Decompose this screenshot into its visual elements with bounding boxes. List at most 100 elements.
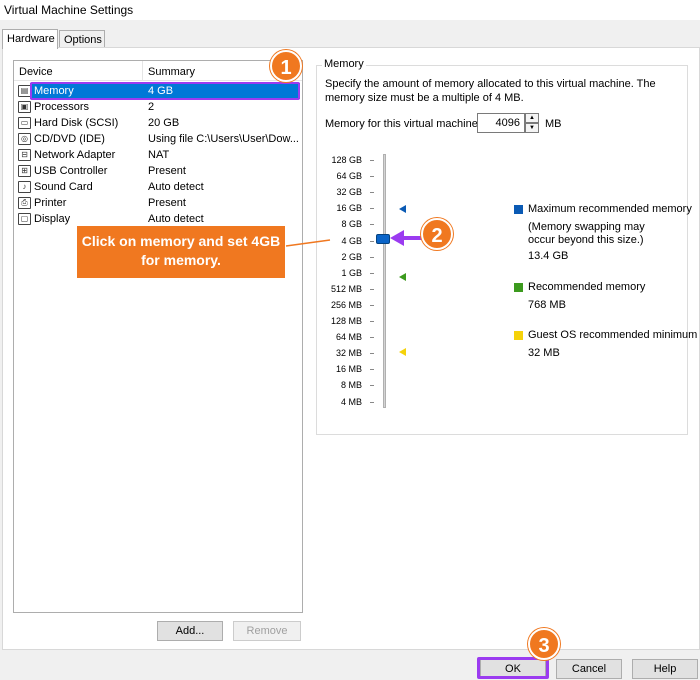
device-name: Network Adapter: [34, 149, 116, 161]
memory-size-input[interactable]: [477, 113, 525, 133]
device-row-sound-card[interactable]: ♪ Sound Card Auto detect: [14, 179, 302, 195]
step-badge-2: 2: [421, 218, 453, 250]
minimum-memory-title: Guest OS recommended minimum: [528, 329, 698, 341]
minimum-memory-legend-icon: [514, 331, 523, 340]
memory-scale-label: 32 GB: [336, 187, 362, 198]
max-memory-value: 13.4 GB: [528, 250, 569, 262]
memory-icon: ▤: [18, 85, 31, 97]
memory-scale-tick: [370, 160, 374, 161]
device-name: Printer: [34, 197, 67, 209]
device-name: Memory: [34, 85, 74, 97]
memory-scale-tick: [370, 208, 374, 210]
column-header-device[interactable]: Device: [19, 66, 53, 78]
memory-scale-label: 2 GB: [341, 251, 362, 262]
device-row-display[interactable]: ▢ Display Auto detect: [14, 211, 302, 227]
device-row-usb-controller[interactable]: ⊞ USB Controller Present: [14, 163, 302, 179]
device-summary: Present: [148, 197, 186, 209]
memory-unit: MB: [545, 118, 562, 130]
device-name: Sound Card: [34, 181, 93, 193]
memory-scale-label: 1 GB: [341, 267, 362, 278]
memory-scale-label: 4 MB: [340, 396, 362, 407]
device-summary: Auto detect: [148, 181, 204, 193]
device-summary: 20 GB: [148, 117, 180, 129]
memory-scale-label: 4 GB: [341, 235, 362, 246]
title-bar: Virtual Machine Settings: [0, 0, 700, 20]
memory-spin-down-icon[interactable]: ▼: [525, 123, 539, 133]
memory-scale-label: 8 GB: [341, 219, 362, 230]
device-row-hard-disk-scsi[interactable]: ▭ Hard Disk (SCSI) 20 GB: [14, 115, 302, 131]
device-name: CD/DVD (IDE): [34, 133, 105, 145]
memory-scale-label: 16 GB: [336, 203, 362, 214]
memory-scale-label: 64 MB: [335, 332, 362, 343]
memory-group-title: Memory: [322, 58, 366, 70]
tab-hardware[interactable]: Hardware: [2, 29, 58, 49]
device-row-memory[interactable]: ▤ Memory 4 GB: [18, 83, 300, 99]
processor-icon: ▣: [18, 101, 31, 113]
hard-disk-icon: ▭: [18, 117, 31, 129]
device-row-printer[interactable]: ⎙ Printer Present: [14, 195, 302, 211]
memory-scale-tick: [370, 192, 374, 194]
recommended-memory-legend-icon: [514, 283, 523, 292]
memory-scale-tick: [370, 353, 374, 355]
memory-scale-tick: [370, 385, 374, 387]
cd-dvd-icon: ◎: [18, 133, 31, 145]
add-device-button[interactable]: Add...: [157, 621, 223, 641]
column-header-summary[interactable]: Summary: [148, 66, 195, 78]
tab-options[interactable]: Options: [59, 30, 105, 48]
remove-device-button[interactable]: Remove: [233, 621, 301, 641]
device-summary: Auto detect: [148, 213, 204, 225]
memory-scale-tick: [370, 272, 374, 274]
device-name: Display: [34, 213, 71, 225]
memory-scale-tick: [370, 401, 374, 403]
step-badge-3: 3: [528, 628, 560, 660]
device-list[interactable]: Device Summary ▤ Memory 4 GB ▣ Processors 2 ▭ H…: [13, 60, 303, 613]
memory-scale-label: 64 GB: [336, 171, 362, 182]
ok-button[interactable]: OK: [480, 659, 546, 679]
memory-scale-label: 256 MB: [330, 299, 362, 310]
memory-scale-tick: [370, 288, 374, 290]
list-header: Device Summary: [14, 61, 302, 81]
memory-slider-track[interactable]: [383, 154, 386, 408]
memory-scale-label: 128 GB: [331, 155, 362, 165]
max-memory-marker-icon: [399, 205, 406, 213]
memory-scale-tick: [370, 304, 374, 306]
memory-scale-tick: [370, 240, 374, 242]
memory-scale-label: 128 MB: [330, 316, 362, 326]
minimum-memory-marker-icon: [399, 348, 406, 356]
memory-spin-up-icon[interactable]: ▲: [525, 113, 539, 123]
device-summary: NAT: [148, 149, 170, 161]
recommended-memory-value: 768 MB: [528, 299, 566, 311]
step-badge-1: 1: [270, 50, 302, 82]
memory-field-label: Memory for this virtual machine:: [325, 118, 481, 130]
device-name: Hard Disk (SCSI): [34, 117, 119, 129]
max-memory-legend-icon: [514, 205, 523, 214]
memory-scale-tick: [370, 224, 374, 226]
device-summary: 2: [148, 101, 155, 113]
usb-controller-icon: ⊞: [18, 165, 31, 177]
printer-icon: ⎙: [18, 197, 31, 209]
cancel-button[interactable]: Cancel: [556, 659, 622, 679]
memory-scale-tick: [370, 337, 374, 339]
device-name: Processors: [34, 101, 90, 113]
device-summary: Using file C:\Users\User\Dow...: [148, 133, 299, 145]
device-summary: 4 GB: [148, 85, 174, 97]
memory-scale-tick: [370, 369, 374, 371]
window-title: Virtual Machine Settings: [4, 3, 134, 17]
recommended-memory-marker-icon: [399, 273, 406, 281]
max-memory-note: (Memory swapping may occur beyond this s…: [528, 221, 645, 246]
network-adapter-icon: ⊟: [18, 149, 31, 161]
memory-slider-thumb[interactable]: [376, 234, 390, 244]
sound-card-icon: ♪: [18, 181, 31, 193]
minimum-memory-value: 32 MB: [528, 347, 560, 359]
device-row-processors[interactable]: ▣ Processors 2: [14, 99, 302, 115]
memory-scale-tick: [370, 176, 374, 178]
help-button[interactable]: Help: [632, 659, 698, 679]
memory-scale-label: 32 MB: [335, 348, 362, 359]
memory-scale-tick: [370, 256, 374, 258]
instruction-callout: Click on memory and set 4GB for memory.: [77, 226, 285, 278]
device-row-cd-dvd-ide[interactable]: ◎ CD/DVD (IDE) Using file C:\Users\User\Do…: [14, 131, 302, 147]
device-name: USB Controller: [34, 165, 108, 177]
display-icon: ▢: [18, 213, 31, 225]
memory-scale-label: 8 MB: [340, 380, 362, 391]
device-row-network-adapter[interactable]: ⊟ Network Adapter NAT: [14, 147, 302, 163]
